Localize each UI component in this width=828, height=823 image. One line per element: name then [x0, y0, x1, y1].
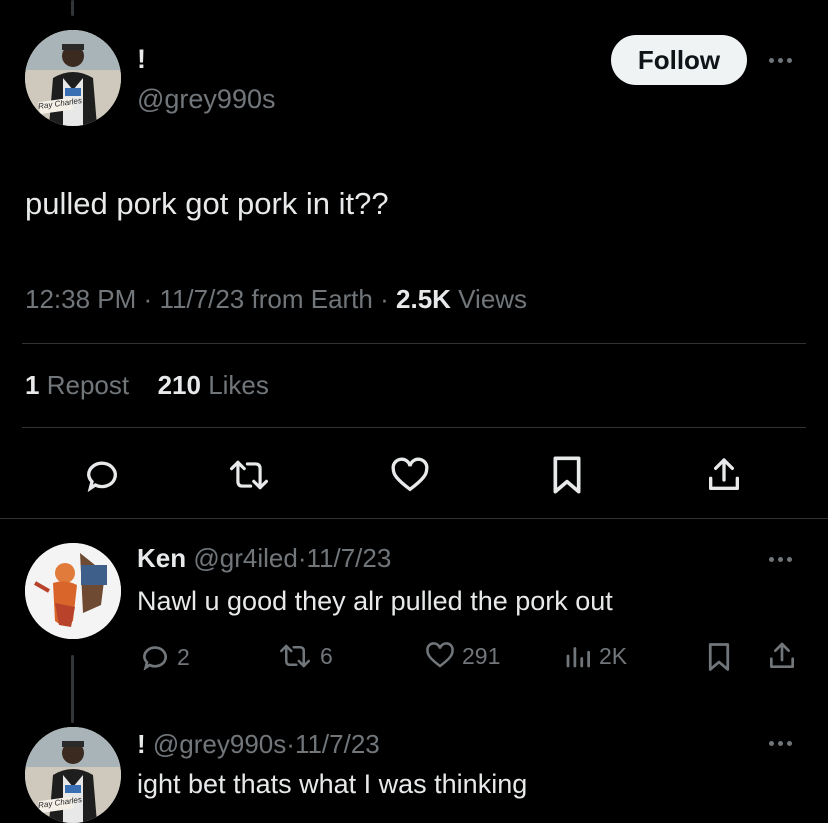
like-icon[interactable] [389, 456, 431, 496]
reply-display-name[interactable]: Ken [137, 543, 186, 573]
reply-date[interactable]: 11/7/23 [306, 543, 391, 573]
reply2-header: ! @grey990s·11/7/23 [137, 729, 380, 760]
reply-text: Nawl u good they alr pulled the pork out [137, 586, 613, 616]
reply-views-icon [566, 647, 590, 668]
tweet-date[interactable]: 11/7/23 [159, 284, 244, 314]
reply-header: Ken @gr4iled·11/7/23 [137, 543, 391, 574]
share-icon[interactable] [704, 454, 744, 496]
meta-sep-1: · [143, 284, 153, 314]
reply2-more-icon[interactable] [769, 741, 792, 746]
reposts-label: Repost [46, 370, 130, 400]
reply2-display-name[interactable]: ! [137, 729, 146, 759]
reply-more-icon[interactable] [769, 557, 792, 562]
repost-icon[interactable] [226, 456, 272, 494]
tweet-text: pulled pork got pork in it?? [25, 186, 389, 221]
reply-avatar[interactable] [25, 543, 121, 639]
reply-icon[interactable] [82, 455, 122, 495]
reposts-count: 1 [25, 370, 40, 400]
likes-label: Likes [208, 370, 269, 400]
author-handle[interactable]: @grey990s [137, 84, 275, 115]
reply2-handle[interactable]: @grey990s [153, 729, 286, 759]
thread-line-reply [71, 655, 74, 723]
reply2-text: ight bet thats what I was thinking [137, 769, 528, 799]
reply2-date[interactable]: 11/7/23 [295, 729, 380, 759]
likes-link[interactable]: 210 Likes [158, 370, 269, 400]
bookmark-icon[interactable] [550, 455, 584, 495]
reply-repost-icon [280, 644, 310, 668]
tweet-source: from Earth [251, 284, 373, 314]
thread-line-top [71, 0, 74, 16]
reply-replies-stat[interactable]: 2 [139, 641, 190, 673]
tweet-time[interactable]: 12:38 PM [25, 284, 136, 314]
meta-sep-2: · [380, 284, 389, 314]
reply-likes-stat[interactable]: 291 [424, 641, 500, 671]
likes-count: 210 [157, 370, 201, 400]
reply-handle[interactable]: @gr4iled [193, 543, 297, 573]
author-display-name[interactable]: ! [137, 44, 146, 75]
reply-views-count: 2K [599, 642, 628, 669]
divider-3 [0, 518, 828, 519]
author-avatar[interactable] [25, 30, 121, 126]
reply-like-icon [426, 642, 454, 668]
more-options-icon[interactable] [769, 58, 792, 63]
reply-likes-count: 291 [462, 642, 501, 669]
reply-count-icon [142, 646, 167, 671]
reply-views-stat[interactable]: 2K [563, 641, 627, 671]
reply-avatar-image [25, 543, 121, 639]
engagement-counts: 1 Repost 210 Likes [25, 370, 269, 401]
reply-share-icon[interactable] [766, 640, 798, 672]
follow-button[interactable]: Follow [611, 35, 747, 85]
reposts-link[interactable]: 1 Repost [25, 370, 136, 400]
reply2-sep: · [286, 729, 295, 759]
views-count: 2.5K [396, 284, 451, 314]
tweet-meta: 12:38 PM · 11/7/23 from Earth · 2.5K Vie… [25, 284, 527, 315]
reply-bookmark-icon[interactable] [706, 642, 732, 672]
avatar-image [25, 30, 121, 126]
views-label: Views [458, 284, 528, 314]
reply-replies-count: 2 [177, 643, 190, 670]
reply-reposts-stat[interactable]: 6 [276, 641, 333, 671]
reply-reposts-count: 6 [320, 642, 333, 669]
divider-2 [22, 427, 806, 428]
divider-1 [22, 343, 806, 344]
